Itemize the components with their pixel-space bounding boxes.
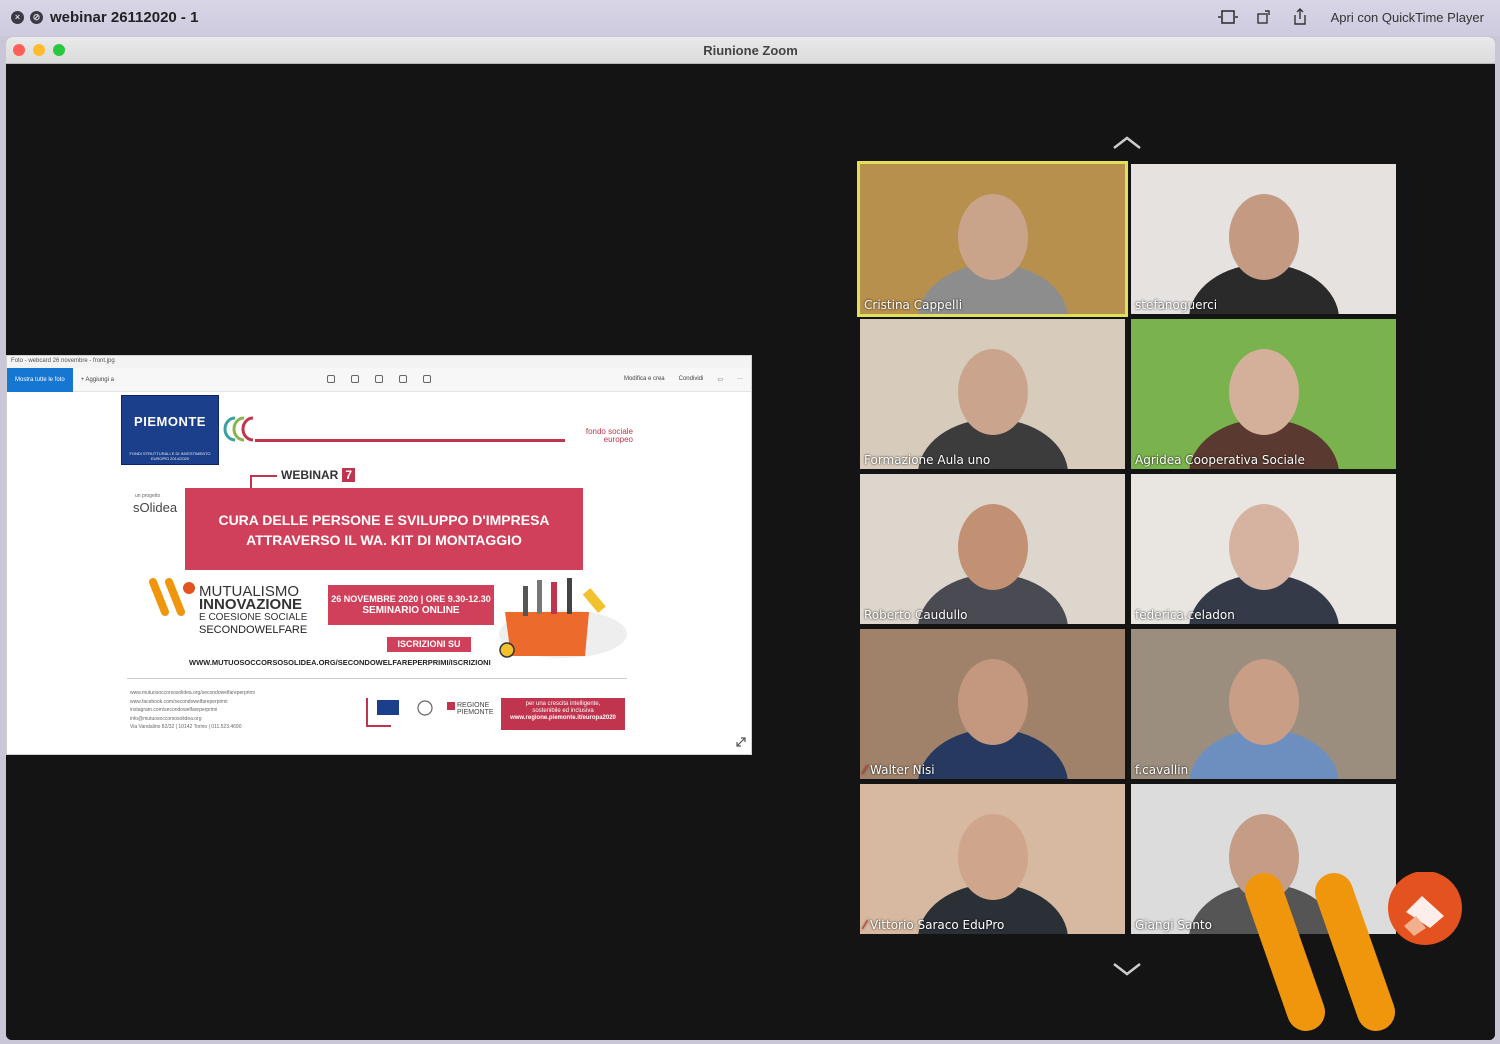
quicktime-titlebar: × ⊘ webinar 26112020 - 1 Apri con QuickT… — [0, 0, 1500, 36]
social-link: info@mutuosoccorsosolidea.org — [130, 715, 202, 722]
participant-face — [958, 349, 1028, 435]
rotate-photo-icon[interactable] — [399, 375, 407, 383]
participant-tile[interactable]: Roberto Caudullo — [860, 474, 1125, 624]
stop-icon[interactable]: ⊘ — [30, 11, 43, 24]
solidea-logo: sOlidea — [133, 500, 178, 515]
date-line: 26 NOVEMBRE 2020 | ORE 9.30-12.30 — [331, 594, 491, 604]
project-small: un progetto — [135, 493, 161, 499]
meeting-stage: Foto - webcard 26 novembre - front.jpg M… — [6, 64, 1495, 1040]
piemonte-subtitle: FONDI STRUTTURALI E DI INVESTIMENTO EURO… — [129, 451, 211, 461]
piemonte-text: PIEMONTE — [134, 414, 206, 429]
zoom-window: Riunione Zoom Foto - webcard 26 novembre… — [6, 37, 1495, 1040]
add-to-button[interactable]: + Aggiungi a — [81, 377, 114, 383]
headline-line-2: ATTRAVERSO IL WA. KIT DI MONTAGGIO — [246, 532, 522, 548]
regione-text: REGIONE PIEMONTE — [457, 702, 494, 716]
expand-icon[interactable] — [735, 736, 747, 748]
delete-icon[interactable] — [351, 375, 359, 383]
share-photo-button[interactable]: Condividi — [679, 376, 704, 383]
flyer-divider — [127, 678, 627, 679]
region-url: www.regione.piemonte.it/europa2020 — [510, 715, 616, 721]
social-link: instagram.com/secondowelfareperprimi — [130, 707, 218, 713]
region-tagline-2: sostenibile ed inclusiva — [532, 708, 594, 714]
participant-name: federica.celadon — [1135, 608, 1235, 622]
social-link: www.facebook.com/secondowelfareperprimi — [130, 698, 228, 705]
gallery-scroll-down-icon[interactable] — [1112, 962, 1142, 976]
participant-face — [958, 814, 1028, 900]
rotate-icon[interactable] — [1253, 6, 1275, 28]
social-links: www.mutuosoccorsosolidea.org/secondowelf… — [130, 689, 255, 732]
secondowelfare-watermark-logo — [1245, 872, 1462, 1031]
edit-create-button[interactable]: Modifica e crea — [624, 376, 665, 383]
participant-name: ⁄ Vittorio Saraco EduPro — [864, 918, 1004, 932]
fse-text: fondo sociale europeo — [585, 427, 633, 444]
participant-face — [958, 194, 1028, 280]
participant-name: Formazione Aula uno — [864, 453, 991, 467]
participant-tile[interactable]: Agridea Cooperativa Sociale — [1131, 319, 1396, 469]
webinar-flyer: PIEMONTE FONDI STRUTTURALI E DI INVESTIM… — [7, 392, 753, 756]
iscrizioni-box: ISCRIZIONI SU — [387, 637, 471, 652]
muted-mic-icon: ⁄ — [864, 918, 867, 932]
seminar-line: SEMINARIO ONLINE — [362, 605, 460, 616]
participant-name: ⁄ Walter Nisi — [864, 763, 935, 777]
fse-logo-icon — [223, 416, 254, 442]
secondowelfare-w-icon — [149, 578, 195, 616]
participant-face — [958, 504, 1028, 590]
participant-face — [1229, 659, 1299, 745]
participant-name-text: Walter Nisi — [870, 763, 935, 777]
participant-face — [1229, 504, 1299, 590]
shared-screen: Foto - webcard 26 novembre - front.jpg M… — [6, 355, 752, 755]
participant-name: f.cavallin — [1135, 763, 1189, 777]
photos-toolbar: Mostra tutte le foto + Aggiungi a Modifi… — [7, 367, 751, 392]
social-link: Via Vandalino 82/32 | 10142 Torino | 011… — [130, 724, 242, 730]
participant-tile[interactable]: f.cavallin — [1131, 629, 1396, 779]
muted-mic-icon: ⁄ — [864, 763, 867, 777]
toolbox-icon — [499, 578, 627, 658]
participant-name: Agridea Cooperativa Sociale — [1135, 453, 1305, 467]
mutual-line-3: E COESIONE SOCIALE — [199, 612, 308, 623]
participant-face — [1229, 349, 1299, 435]
participant-tile[interactable]: Cristina Cappelli — [857, 161, 1128, 317]
gallery-scroll-up-icon[interactable] — [1112, 136, 1142, 150]
zoom-title: Riunione Zoom — [703, 43, 798, 58]
participant-name: Giangi Santo — [1135, 918, 1212, 932]
crop-icon[interactable] — [423, 375, 431, 383]
headline-box: CURA DELLE PERSONE E SVILUPPO D'IMPRESA … — [185, 488, 583, 570]
mutual-line-4: SECONDOWELFARE — [199, 624, 308, 636]
add-to-label: Aggiungi a — [85, 376, 114, 383]
date-box: 26 NOVEMBRE 2020 | ORE 9.30-12.30 SEMINA… — [328, 585, 494, 625]
participant-name: Cristina Cappelli — [864, 298, 963, 312]
participant-tile[interactable]: ⁄ Vittorio Saraco EduPro — [860, 784, 1125, 934]
participant-tile[interactable]: stefanoguerci — [1131, 164, 1396, 314]
window-title: webinar 26112020 - 1 — [50, 9, 199, 26]
zoom-icon[interactable] — [327, 375, 335, 383]
mutual-line-2: INNOVAZIONE — [199, 596, 303, 613]
headline-line-1: CURA DELLE PERSONE E SVILUPPO D'IMPRESA — [218, 512, 550, 528]
participant-name-text: Vittorio Saraco EduPro — [870, 918, 1005, 932]
region-tagline-1: per una crescita intelligente, — [525, 701, 601, 707]
share-icon[interactable] — [1289, 6, 1311, 28]
close-icon[interactable]: × — [11, 11, 24, 24]
print-icon[interactable]: ▭ — [717, 376, 723, 383]
participant-face — [958, 659, 1028, 745]
open-with-quicktime-button[interactable]: Apri con QuickTime Player — [1325, 7, 1490, 28]
registration-url[interactable]: WWW.MUTUOSOCCORSOSOLIDEA.ORG/SECONDOWELF… — [189, 658, 491, 667]
heart-icon[interactable] — [375, 375, 383, 383]
participant-face — [1229, 194, 1299, 280]
participant-tile[interactable]: Formazione Aula uno — [860, 319, 1125, 469]
social-link: www.mutuosoccorsosolidea.org/secondowelf… — [130, 690, 255, 696]
participant-tile[interactable]: ⁄ Walter Nisi — [860, 629, 1125, 779]
show-all-photos-button[interactable]: Mostra tutte le foto — [7, 367, 73, 392]
trim-icon[interactable] — [1217, 6, 1239, 28]
fse-line — [255, 439, 565, 442]
mutualismo-text: MUTUALISMO INNOVAZIONE E COESIONE SOCIAL… — [199, 584, 308, 637]
photos-title: Foto - webcard 26 novembre - front.jpg — [7, 356, 751, 368]
more-button[interactable]: ··· — [737, 376, 743, 383]
zoom-titlebar: Riunione Zoom — [6, 37, 1495, 64]
participant-name: Roberto Caudullo — [864, 608, 968, 622]
participant-tile[interactable]: federica.celadon — [1131, 474, 1396, 624]
piemonte-logo: PIEMONTE FONDI STRUTTURALI E DI INVESTIM… — [121, 395, 219, 465]
participant-name: stefanoguerci — [1135, 298, 1218, 312]
region-tagline-box: per una crescita intelligente, sostenibi… — [501, 698, 625, 730]
